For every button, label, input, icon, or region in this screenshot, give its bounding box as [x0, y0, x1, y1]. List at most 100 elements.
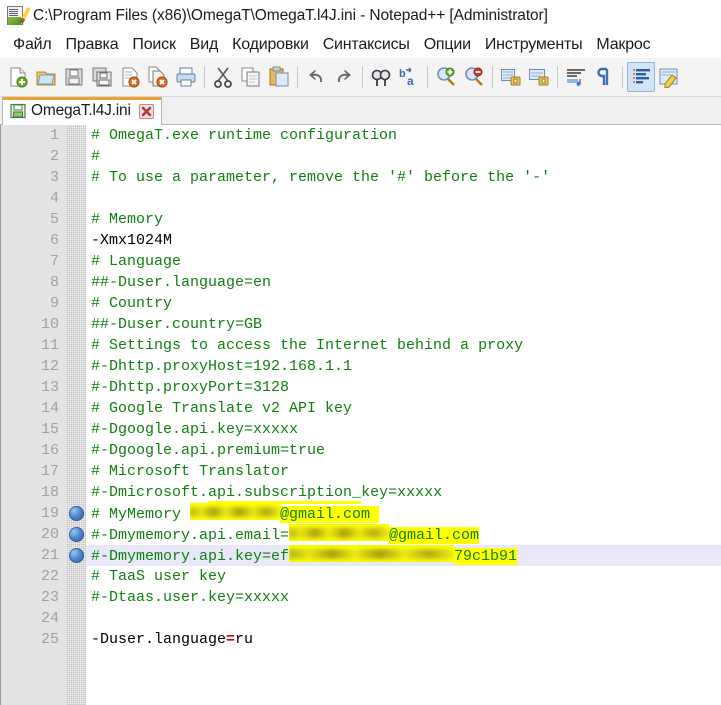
replace-icon[interactable]: ba: [395, 62, 423, 92]
line-number: 17: [40, 463, 59, 480]
line-number: 25: [40, 631, 59, 648]
line-number: 6: [49, 232, 59, 249]
cut-icon[interactable]: [209, 62, 237, 92]
save-all-icon[interactable]: [88, 62, 116, 92]
print-icon[interactable]: [172, 62, 200, 92]
menu-item-6[interactable]: Синтаксисы: [316, 36, 417, 54]
line-number: 3: [49, 169, 59, 186]
close-tab-icon[interactable]: [138, 103, 155, 120]
code-segment: ##-Duser.country=GB: [91, 316, 263, 333]
menu-item-4[interactable]: Вид: [183, 36, 225, 54]
code-line[interactable]: # To use a parameter, remove the '#' bef…: [86, 167, 721, 188]
window-title: C:\Program Files (x86)\OmegaT\OmegaT.l4J…: [33, 6, 548, 24]
bookmark-gutter[interactable]: [67, 125, 86, 705]
line-number: 24: [40, 610, 59, 627]
code-line[interactable]: #-Dhttp.proxyHost=192.168.1.1: [86, 356, 721, 377]
code-line[interactable]: #-Dhttp.proxyPort=3128: [86, 377, 721, 398]
menu-item-5[interactable]: Кодировки: [225, 36, 316, 54]
code-segment: # Microsoft Translator: [91, 463, 290, 480]
find-icon[interactable]: [367, 62, 395, 92]
code-line[interactable]: [86, 608, 721, 629]
code-line[interactable]: # Country: [86, 293, 721, 314]
paste-icon[interactable]: [265, 62, 293, 92]
code-line[interactable]: ##-Duser.language=en: [86, 272, 721, 293]
code-line[interactable]: #-Dgoogle.api.premium=true: [86, 440, 721, 461]
undo-icon[interactable]: [302, 62, 330, 92]
code-line[interactable]: # MyMemory @gmail.com: [86, 503, 721, 524]
menu-item-3[interactable]: Поиск: [125, 36, 182, 54]
code-line[interactable]: #-Dmymemory.api.key=ef 79c1b91: [86, 545, 721, 566]
menu-item-1[interactable]: Файл: [6, 36, 59, 54]
redacted-text: [289, 524, 390, 541]
code-line[interactable]: -Xmx1024M: [86, 230, 721, 251]
bookmark-icon[interactable]: [69, 506, 84, 521]
code-segment: #-Dhttp.proxyPort=3128: [91, 379, 290, 396]
redo-icon[interactable]: [330, 62, 358, 92]
code-line[interactable]: # Microsoft Translator: [86, 461, 721, 482]
tab-omegat-l4j-ini[interactable]: OmegaT.l4J.ini: [2, 97, 162, 125]
sync-horizontal-scroll-icon[interactable]: [525, 62, 553, 92]
code-segment: -Xmx1024M: [91, 232, 173, 249]
code-line[interactable]: [86, 188, 721, 209]
line-number: 14: [40, 400, 59, 417]
new-file-icon[interactable]: [4, 62, 32, 92]
code-segment: -Duser.language: [91, 631, 227, 648]
notepad-plus-plus-icon: [6, 5, 31, 26]
menu-item-8[interactable]: Инструменты: [478, 36, 590, 54]
open-file-icon[interactable]: [32, 62, 60, 92]
save-icon[interactable]: [60, 62, 88, 92]
separator-3: [362, 66, 363, 88]
code-segment: @gmail.com: [389, 527, 480, 544]
code-segment: #-Dtaas.user.key=xxxxx: [91, 589, 290, 606]
bookmark-icon[interactable]: [69, 527, 84, 542]
close-file-icon[interactable]: [116, 62, 144, 92]
line-number: 8: [49, 274, 59, 291]
code-line[interactable]: ##-Duser.country=GB: [86, 314, 721, 335]
line-number: 20: [40, 526, 59, 543]
code-segment: # Language: [91, 253, 182, 270]
code-line[interactable]: #-Dgoogle.api.key=xxxxx: [86, 419, 721, 440]
indent-guide-icon[interactable]: [627, 62, 655, 92]
menu-item-9[interactable]: Макрос: [589, 36, 657, 54]
zoom-out-icon[interactable]: [460, 62, 488, 92]
show-all-chars-icon[interactable]: [590, 62, 618, 92]
code-line[interactable]: # OmegaT.exe runtime configuration: [86, 125, 721, 146]
line-number: 23: [40, 589, 59, 606]
code-line[interactable]: # TaaS user key: [86, 566, 721, 587]
code-line[interactable]: #-Dmymemory.api.email= @gmail.com: [86, 524, 721, 545]
code-line[interactable]: #-Dtaas.user.key=xxxxx: [86, 587, 721, 608]
zoom-in-icon[interactable]: [432, 62, 460, 92]
sync-vertical-scroll-icon[interactable]: [497, 62, 525, 92]
line-number: 15: [40, 421, 59, 438]
separator-5: [492, 66, 493, 88]
code-line[interactable]: #-Dmicrosoft.api.subscription_key=xxxxx: [86, 482, 721, 504]
word-wrap-icon[interactable]: [562, 62, 590, 92]
line-number: 21: [40, 547, 59, 564]
code-line[interactable]: # Language: [86, 251, 721, 272]
code-text-area[interactable]: # OmegaT.exe runtime configuration # # To …: [86, 125, 721, 705]
line-number: 22: [40, 568, 59, 585]
code-line[interactable]: # Google Translate v2 API key: [86, 398, 721, 419]
menu-item-2[interactable]: Правка: [59, 36, 126, 54]
code-segment: # MyMemory: [91, 506, 191, 523]
code-line[interactable]: # Settings to access the Internet behind…: [86, 335, 721, 356]
code-line[interactable]: -Duser.language=ru: [86, 629, 721, 650]
separator-1: [204, 66, 205, 88]
close-all-files-icon[interactable]: [144, 62, 172, 92]
editor-pane[interactable]: 1 2 3 4 5 6 7 8 9 10 11 12 13 14 15 16 17 18 19 20 21 22 23 24 2…: [0, 125, 721, 705]
line-number: 11: [40, 337, 59, 354]
menu-item-7[interactable]: Опции: [417, 36, 478, 54]
copy-icon[interactable]: [237, 62, 265, 92]
bookmark-icon[interactable]: [69, 548, 84, 563]
code-line[interactable]: # Memory: [86, 209, 721, 230]
code-segment: #-Dgoogle.api.key=xxxxx: [91, 421, 299, 438]
separator-7: [622, 66, 623, 88]
line-number-gutter: 1 2 3 4 5 6 7 8 9 10 11 12 13 14 15 16 17 18 19 20 21 22 23 24 2…: [1, 125, 67, 705]
code-segment: # Memory: [91, 211, 164, 228]
line-number: 2: [49, 148, 59, 165]
user-defined-language-icon[interactable]: [655, 62, 683, 92]
code-line[interactable]: #: [86, 146, 721, 167]
separator-4: [427, 66, 428, 88]
line-number: 12: [40, 358, 59, 375]
line-number: 16: [40, 442, 59, 459]
